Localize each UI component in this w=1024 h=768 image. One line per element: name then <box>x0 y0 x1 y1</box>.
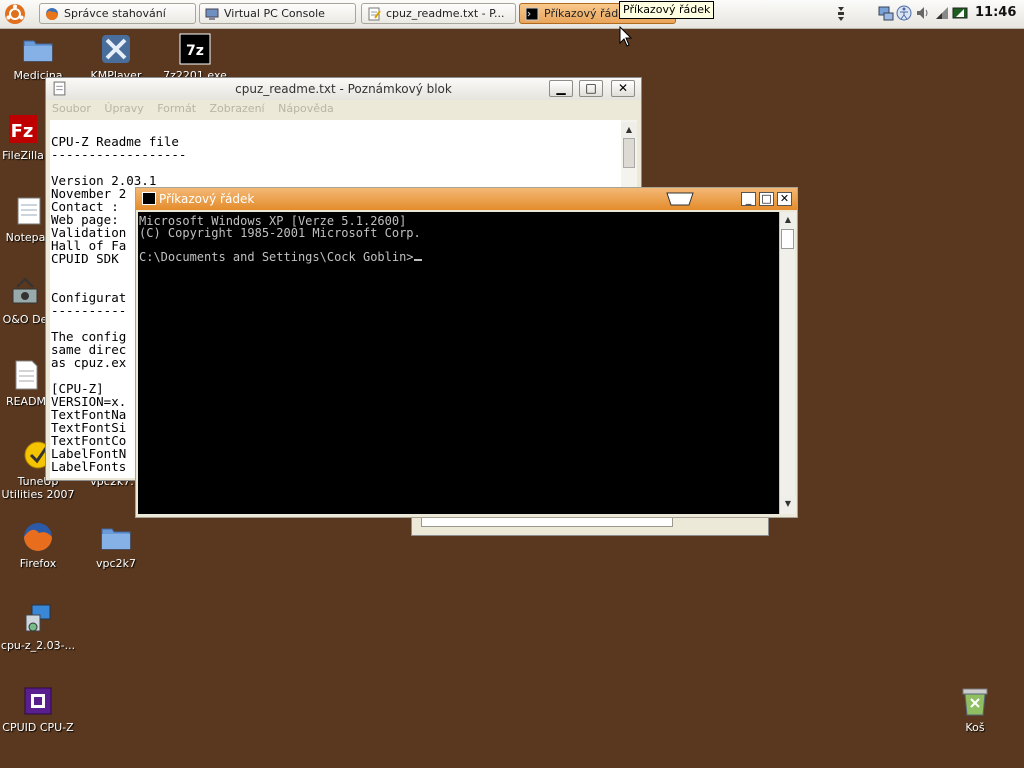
firefox-icon <box>46 7 58 20</box>
menu-edit[interactable]: Úpravy <box>104 102 143 115</box>
scroll-down-arrow-icon[interactable]: ▼ <box>780 496 796 512</box>
maximize-icon: □ <box>761 192 772 205</box>
folder-icon <box>23 40 53 62</box>
trash-icon <box>962 688 988 716</box>
menu-file[interactable]: Soubor <box>52 102 91 115</box>
scroll-up-arrow-icon[interactable]: ▲ <box>780 212 796 228</box>
virtual-pc-icon <box>205 8 219 20</box>
clock[interactable]: 11:46 <box>975 5 1016 20</box>
close-icon: ✕ <box>617 81 629 95</box>
scroll-up-arrow-icon[interactable]: ▲ <box>621 122 637 138</box>
console-prompt: C:\Documents and Settings\Cock Goblin> <box>139 250 414 264</box>
console-line: (C) Copyright 1985-2001 Microsoft Corp. <box>139 226 421 240</box>
task-download-manager[interactable]: Správce stahování <box>39 3 196 24</box>
task-label: Virtual PC Console <box>224 7 325 20</box>
desktop-icon-label: Firefox <box>19 557 57 570</box>
notepad-icon <box>368 7 381 20</box>
command-prompt-icon <box>525 7 539 20</box>
minimize-button[interactable]: ▁ <box>549 80 573 97</box>
mouse-pointer-icon <box>619 26 633 47</box>
accessibility-icon[interactable] <box>896 5 912 21</box>
desktop-icon-firefox[interactable]: Firefox <box>0 521 76 570</box>
desktop-icon-vpc2k7-folder[interactable]: vpc2k7 <box>78 521 154 570</box>
desktop-icon-7z2201[interactable]: 7z 7z2201.exe <box>157 33 233 82</box>
maximize-button[interactable]: □ <box>759 192 774 206</box>
command-prompt-window[interactable]: Příkazový řádek _ □ ✕ Microsoft Windows … <box>135 187 798 518</box>
cmd-console[interactable]: Microsoft Windows XP [Verze 5.1.2600] (C)… <box>138 212 779 514</box>
task-label: Správce stahování <box>64 7 166 20</box>
text-line: Version 2.03.1 <box>51 173 157 188</box>
desktop-icon-medicina[interactable]: Medicina <box>0 33 76 82</box>
maximize-button[interactable]: □ <box>579 80 603 97</box>
7zip-icon: 7z <box>179 33 211 65</box>
horizontal-scrollbar[interactable] <box>421 517 673 527</box>
cpuz-icon <box>24 687 52 715</box>
scroll-thumb[interactable] <box>623 138 635 168</box>
menu-help[interactable]: Nápověda <box>278 102 334 115</box>
filezilla-icon: Fz <box>9 115 37 143</box>
menu-format[interactable]: Formát <box>157 102 196 115</box>
close-icon: ✕ <box>779 192 790 205</box>
desktop-icon-trash[interactable]: Koš <box>937 685 1013 734</box>
desktop-icon-cpuz-installer[interactable]: cpu-z_2.03-... <box>0 603 76 652</box>
minimize-icon: ▁ <box>556 81 566 95</box>
command-prompt-icon[interactable] <box>142 192 156 205</box>
desktop-icon-cpuid-cpuz[interactable]: CPUID CPU-Z <box>0 685 76 734</box>
desktop-icon-label: cpu-z_2.03-... <box>0 639 76 652</box>
desktop-icon-kmplayer[interactable]: KMPlayer <box>78 33 154 82</box>
installer-icon <box>25 604 51 632</box>
task-label: cpuz_readme.txt - P... <box>386 7 505 20</box>
notepad-titlebar[interactable]: cpuz_readme.txt - Poznámkový blok ▁ □ ✕ <box>46 78 641 100</box>
battery-power-icon[interactable] <box>952 5 968 21</box>
task-virtual-pc-console[interactable]: Virtual PC Console <box>199 3 356 24</box>
text-cursor <box>413 259 422 261</box>
maximize-icon: □ <box>585 81 597 95</box>
workspace-arrows-icon[interactable] <box>835 5 847 23</box>
desktop-icon-label: Koš <box>965 721 985 734</box>
network-connection-icon[interactable] <box>934 5 950 21</box>
svg-text:7z: 7z <box>186 43 204 59</box>
folder-icon <box>101 528 131 550</box>
desktop-icon-label: vpc2k7 <box>96 557 136 570</box>
notepad-title: cpuz_readme.txt - Poznámkový blok <box>235 82 452 96</box>
notepad-menubar: Soubor Úpravy Formát Zobrazení Nápověda <box>52 102 344 120</box>
notepad-icon[interactable] <box>52 81 67 96</box>
volume-icon[interactable] <box>915 5 931 21</box>
top-panel: Správce stahování Virtual PC Console cpu… <box>0 0 1024 29</box>
cmd-scrollbar[interactable]: ▲ ▼ <box>779 212 796 514</box>
fullscreen-icon[interactable] <box>666 192 694 206</box>
network-icon[interactable] <box>878 5 894 21</box>
cmd-titlebar[interactable]: Příkazový řádek _ □ ✕ <box>136 188 797 210</box>
text-line: ------------------ <box>51 147 187 162</box>
scroll-thumb[interactable] <box>781 229 794 249</box>
minimize-button[interactable]: _ <box>741 192 756 206</box>
kmplayer-icon <box>102 35 130 63</box>
defrag-icon <box>12 277 38 304</box>
ubuntu-menu-icon[interactable] <box>4 3 26 25</box>
desktop-icon-label: CPUID CPU-Z <box>2 721 74 734</box>
task-notepad[interactable]: cpuz_readme.txt - P... <box>361 3 516 24</box>
minimize-icon: _ <box>745 192 752 205</box>
notepad-icon <box>17 197 41 225</box>
taskbar-tooltip: Příkazový řádek <box>619 1 715 19</box>
close-button[interactable]: ✕ <box>611 80 635 97</box>
text-file-icon <box>15 360 38 390</box>
firefox-icon <box>24 523 52 551</box>
menu-view[interactable]: Zobrazení <box>210 102 265 115</box>
cmd-title: Příkazový řádek <box>159 192 255 206</box>
svg-text:Fz: Fz <box>11 121 34 142</box>
close-button[interactable]: ✕ <box>777 192 792 206</box>
